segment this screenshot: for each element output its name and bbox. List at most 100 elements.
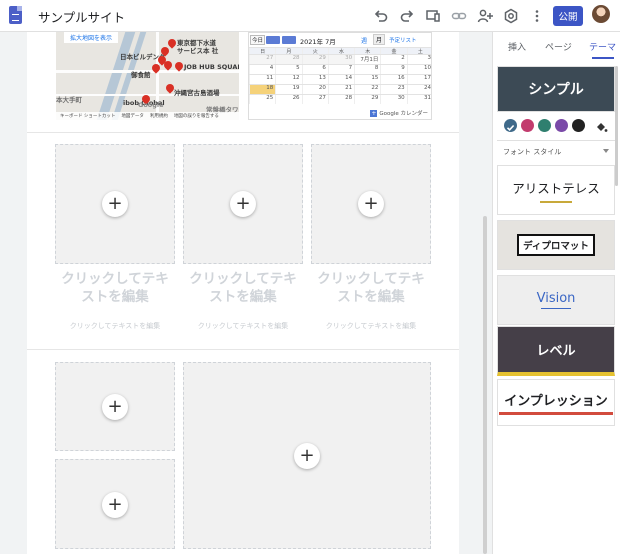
link-icon[interactable] — [450, 7, 468, 25]
calendar-embed[interactable]: 今日 2021年 7月 週 月 予定リスト 日月火水木金土 27 28 29 30 7月1… — [248, 32, 432, 120]
text-placeholder-body[interactable]: クリックしてテキストを編集 — [55, 321, 175, 331]
calendar-day[interactable]: 20 — [301, 85, 328, 94]
canvas-scrollbar[interactable] — [483, 216, 487, 554]
color-swatch[interactable] — [521, 119, 534, 132]
text-placeholder-title[interactable]: クリックしてテキストを編集 — [311, 270, 431, 306]
calendar-day[interactable]: 2 — [380, 55, 406, 64]
calendar-week-row: 11 12 13 14 15 16 17 — [249, 74, 431, 84]
calendar-day[interactable]: 18 — [249, 85, 276, 94]
sites-doc-icon[interactable] — [9, 6, 22, 24]
font-style-select[interactable]: フォント スタイル — [497, 140, 615, 160]
tab-pages[interactable]: ページ — [545, 40, 572, 53]
add-icon[interactable]: + — [102, 492, 128, 518]
text-placeholder-body[interactable]: クリックしてテキストを編集 — [311, 321, 431, 331]
color-swatch-selected[interactable] — [504, 119, 517, 132]
calendar-day[interactable]: 13 — [301, 75, 328, 84]
theme-level[interactable]: レベル — [497, 326, 615, 376]
calendar-day[interactable]: 5 — [275, 65, 301, 74]
more-icon[interactable] — [528, 7, 546, 25]
calendar-day[interactable]: 23 — [380, 85, 406, 94]
color-swatch[interactable] — [572, 119, 585, 132]
calendar-day[interactable]: 16 — [380, 75, 406, 84]
tab-themes[interactable]: テーマ — [589, 40, 616, 53]
image-placeholder[interactable]: + — [55, 459, 175, 549]
calendar-day[interactable]: 4 — [249, 65, 275, 74]
add-icon[interactable]: + — [230, 191, 256, 217]
calendar-day[interactable]: 30 — [380, 95, 406, 104]
theme-vision[interactable]: Vision — [497, 275, 615, 325]
color-swatch[interactable] — [555, 119, 568, 132]
add-icon[interactable]: + — [358, 191, 384, 217]
image-placeholder[interactable]: + — [311, 144, 431, 264]
calendar-day[interactable]: 28 — [275, 55, 302, 64]
share-icon[interactable] — [476, 7, 494, 25]
map-footer-link[interactable]: キーボード ショートカット — [60, 113, 115, 119]
calendar-day[interactable]: 27 — [249, 55, 276, 64]
color-swatch[interactable] — [538, 119, 551, 132]
panel-scrollbar[interactable] — [615, 66, 618, 186]
theme-impression[interactable]: インプレッション — [497, 379, 615, 426]
calendar-day[interactable]: 14 — [327, 75, 354, 84]
calendar-day[interactable]: 10 — [406, 65, 431, 74]
image-placeholder-large[interactable]: + — [183, 362, 431, 549]
text-placeholder-body[interactable]: クリックしてテキストを編集 — [183, 321, 303, 331]
image-placeholder[interactable]: + — [55, 362, 175, 451]
preview-icon[interactable] — [424, 7, 442, 25]
calendar-day[interactable]: 8 — [354, 65, 380, 74]
calendar-add-icon[interactable]: + — [370, 109, 378, 117]
map-footer-link[interactable]: 地図の誤りを報告する — [174, 113, 219, 119]
redo-icon[interactable] — [398, 7, 416, 25]
calendar-day[interactable]: 29 — [301, 55, 328, 64]
map-enlarge-link[interactable]: 拡大地図を表示 — [64, 32, 119, 43]
publish-button[interactable]: 公開 — [553, 6, 583, 26]
calendar-day[interactable]: 6 — [301, 65, 328, 74]
map-footer-link[interactable]: 利用規約 — [150, 113, 168, 119]
calendar-day[interactable]: 25 — [249, 95, 275, 104]
map-pin-icon[interactable] — [166, 37, 178, 49]
theme-simple[interactable]: シンプル — [497, 66, 615, 112]
calendar-day[interactable]: 11 — [249, 75, 275, 84]
calendar-day[interactable]: 17 — [406, 75, 431, 84]
tab-insert[interactable]: 挿入 — [508, 40, 526, 53]
calendar-day[interactable]: 22 — [354, 85, 380, 94]
calendar-week-tab[interactable]: 週 — [361, 36, 367, 45]
settings-icon[interactable] — [502, 7, 520, 25]
calendar-day[interactable]: 21 — [327, 85, 354, 94]
paint-bucket-icon[interactable] — [595, 119, 608, 132]
calendar-today-button[interactable]: 今日 — [250, 35, 266, 45]
image-placeholder[interactable]: + — [183, 144, 303, 264]
text-placeholder-title[interactable]: クリックしてテキストを編集 — [183, 270, 303, 306]
calendar-month[interactable]: 2021年 7月 — [300, 36, 336, 46]
calendar-day[interactable]: 15 — [354, 75, 380, 84]
calendar-agenda-tab[interactable]: 予定リスト — [389, 36, 417, 44]
calendar-day[interactable]: 30 — [327, 55, 355, 64]
map-footer-link[interactable]: 地図データ — [121, 113, 144, 119]
add-icon[interactable]: + — [102, 191, 128, 217]
theme-diplomat[interactable]: ディプロマット — [497, 220, 615, 270]
calendar-next-icon[interactable] — [282, 36, 296, 44]
add-icon[interactable]: + — [294, 443, 320, 469]
calendar-day[interactable]: 19 — [275, 85, 301, 94]
calendar-day[interactable]: 9 — [380, 65, 406, 74]
undo-icon[interactable] — [372, 7, 390, 25]
add-icon[interactable]: + — [102, 394, 128, 420]
calendar-day[interactable]: 31 — [406, 95, 431, 104]
site-title[interactable]: サンプルサイト — [38, 7, 125, 26]
calendar-month-tab[interactable]: 月 — [373, 34, 386, 45]
calendar-prev-icon[interactable] — [266, 36, 280, 44]
calendar-day[interactable]: 3 — [406, 55, 431, 64]
theme-aristoteles[interactable]: アリストテレス — [497, 165, 615, 215]
calendar-day[interactable]: 29 — [354, 95, 380, 104]
calendar-day[interactable]: 12 — [275, 75, 301, 84]
map-embed[interactable]: 拡大地図を表示 東京都下水道 サービス本 社 日本ビルデング 御食館 JOB H… — [56, 32, 239, 120]
calendar-footer[interactable]: + Google カレンダー — [370, 109, 428, 117]
calendar-day[interactable]: 28 — [327, 95, 354, 104]
calendar-day[interactable]: 7 — [327, 65, 354, 74]
avatar[interactable] — [592, 5, 610, 23]
image-placeholder[interactable]: + — [55, 144, 175, 264]
calendar-day[interactable]: 24 — [406, 85, 431, 94]
calendar-day[interactable]: 26 — [275, 95, 301, 104]
calendar-day[interactable]: 27 — [301, 95, 328, 104]
text-placeholder-title[interactable]: クリックしてテキストを編集 — [55, 270, 175, 306]
calendar-day[interactable]: 7月1日 — [354, 55, 380, 64]
